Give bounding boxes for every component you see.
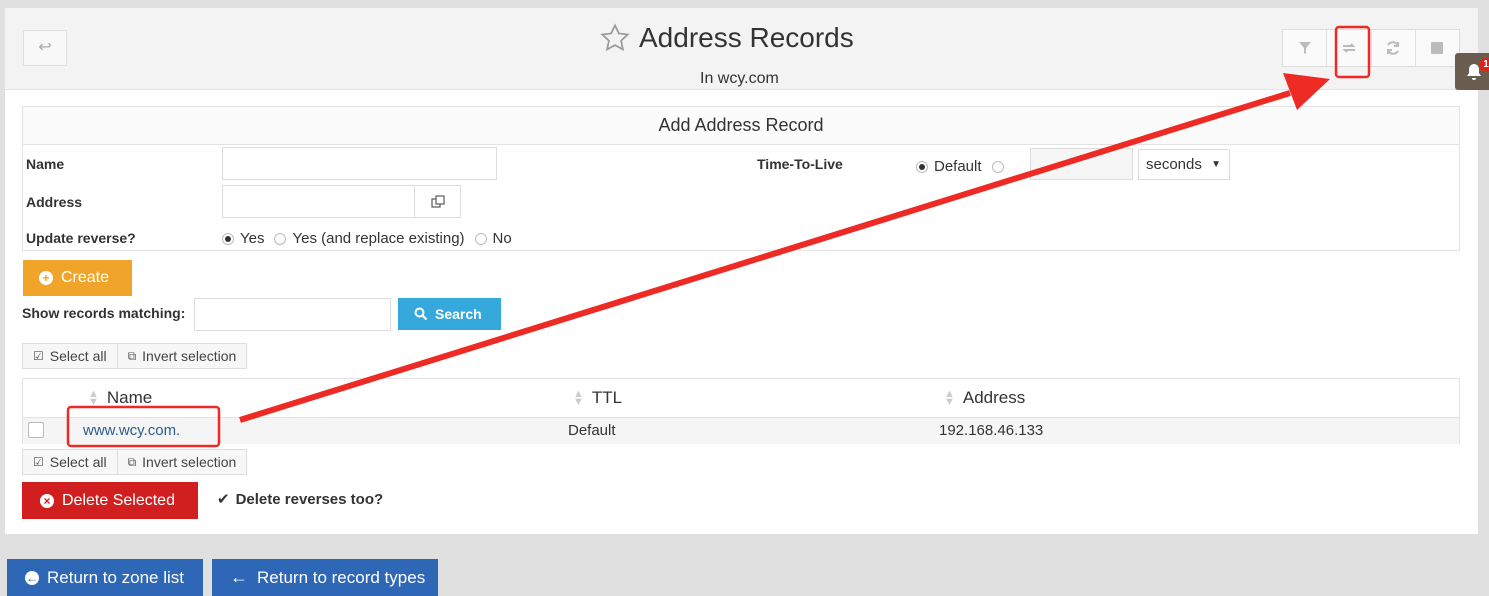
- invert-selection-button[interactable]: ⧉ Invert selection: [118, 450, 247, 474]
- convert-button[interactable]: [1327, 30, 1372, 66]
- sort-icon: ▲ ▼: [88, 388, 99, 408]
- ttl-default-option[interactable]: Default: [916, 158, 982, 175]
- return-record-types-button[interactable]: ← Return to record types: [212, 559, 438, 596]
- radio-icon: [474, 232, 487, 245]
- plus-circle-icon: +: [39, 271, 53, 285]
- select-all-label: Select all: [49, 348, 107, 364]
- notification-badge: 1: [1479, 58, 1489, 72]
- name-label: Name: [26, 156, 65, 172]
- refresh-button[interactable]: [1372, 30, 1416, 66]
- ttl-unit-select[interactable]: seconds ▼: [1138, 149, 1230, 180]
- record-ttl-cell: Default: [568, 422, 616, 439]
- address-label: Address: [26, 194, 83, 210]
- ttl-options: Default: [916, 158, 1020, 175]
- arrow-circle-left-icon: ←: [25, 570, 39, 585]
- search-button[interactable]: Search: [398, 298, 501, 330]
- search-icon: [414, 307, 428, 321]
- return-zone-list-label: Return to zone list: [47, 567, 185, 587]
- sort-icon: ▲ ▼: [573, 388, 584, 408]
- refresh-icon: [1387, 41, 1400, 55]
- copy-icon: [430, 194, 445, 208]
- record-address-cell: 192.168.46.133: [939, 422, 1044, 439]
- share-square-icon: ⧉: [127, 454, 137, 469]
- radio-selected-icon: [222, 232, 234, 245]
- return-arrow-icon: ↩: [38, 39, 52, 56]
- arrow-left-icon: ←: [230, 567, 248, 587]
- select-all-button[interactable]: ☑ Select all: [23, 344, 118, 368]
- header-toolbar: [1282, 29, 1460, 67]
- stop-button[interactable]: [1416, 30, 1459, 66]
- check-square-icon: ☑: [33, 455, 44, 469]
- page-subtitle: In wcy.com: [700, 70, 779, 87]
- address-input[interactable]: [222, 185, 415, 218]
- star-icon[interactable]: [599, 22, 631, 54]
- record-name-cell: www.wcy.com.: [83, 422, 180, 439]
- table-row: www.wcy.com. Default 192.168.46.133: [23, 418, 1459, 444]
- return-record-types-label: Return to record types: [257, 567, 426, 587]
- table-header: ▲ ▼ Name ▲ ▼ TTL ▲ ▼ Address: [23, 379, 1459, 418]
- selection-toolbar-top: ☑ Select all ⧉ Invert selection: [22, 343, 248, 369]
- update-reverse-options: Yes Yes (and replace existing) No: [222, 230, 522, 247]
- radio-selected-icon: [916, 160, 928, 173]
- delete-selected-label: Delete Selected: [62, 491, 175, 509]
- invert-selection-label: Invert selection: [142, 454, 237, 470]
- reverse-option-replace[interactable]: Yes (and replace existing): [274, 230, 465, 247]
- search-label: Show records matching:: [22, 305, 186, 321]
- times-circle-icon: ×: [40, 493, 54, 508]
- reverse-option-no[interactable]: No: [474, 230, 512, 247]
- reverse-option-label: Yes: [240, 230, 265, 247]
- back-button[interactable]: ↩: [23, 30, 67, 66]
- address-picker-button[interactable]: [414, 185, 461, 218]
- column-header-name[interactable]: ▲ ▼ Name: [88, 388, 152, 408]
- delete-selected-button[interactable]: × Delete Selected: [22, 482, 198, 519]
- ttl-unit-value: seconds: [1146, 156, 1202, 173]
- update-reverse-label: Update reverse?: [26, 230, 136, 246]
- ttl-value-input[interactable]: [1030, 148, 1133, 180]
- row-checkbox[interactable]: [28, 422, 44, 438]
- stop-icon: [1431, 42, 1444, 54]
- select-all-label: Select all: [49, 454, 107, 470]
- ttl-label: Time-To-Live: [757, 156, 843, 172]
- check-square-icon: ☑: [33, 349, 44, 363]
- column-address-label: Address: [962, 388, 1026, 407]
- record-name-link[interactable]: www.wcy.com.: [83, 422, 180, 439]
- page-header: ↩ Address Records In wcy.com: [5, 8, 1478, 90]
- search-button-label: Search: [435, 306, 482, 322]
- select-all-button[interactable]: ☑ Select all: [23, 450, 118, 474]
- search-input[interactable]: [194, 298, 391, 331]
- share-square-icon: ⧉: [127, 348, 137, 363]
- column-name-label: Name: [106, 388, 153, 407]
- name-input[interactable]: [222, 147, 497, 180]
- ttl-custom-option[interactable]: [991, 160, 1010, 173]
- radio-icon: [991, 160, 1004, 173]
- records-table: ▲ ▼ Name ▲ ▼ TTL ▲ ▼ Address www.wcy.com. D…: [22, 378, 1460, 444]
- return-zone-list-button[interactable]: ← Return to zone list: [7, 559, 203, 596]
- column-header-address[interactable]: ▲ ▼ Address: [944, 388, 1025, 408]
- form-heading: Add Address Record: [23, 107, 1459, 145]
- column-ttl-label: TTL: [591, 388, 623, 407]
- reverse-option-yes[interactable]: Yes: [222, 230, 264, 247]
- create-button[interactable]: + Create: [23, 260, 132, 296]
- invert-selection-label: Invert selection: [142, 348, 237, 364]
- column-header-ttl[interactable]: ▲ ▼ TTL: [573, 388, 622, 408]
- reverse-option-label: No: [492, 230, 512, 247]
- selection-toolbar-bottom: ☑ Select all ⧉ Invert selection: [22, 449, 248, 475]
- create-button-label: Create: [61, 269, 110, 286]
- caret-down-icon: ▼: [1211, 159, 1221, 170]
- swap-icon: [1342, 43, 1356, 53]
- reverse-option-label: Yes (and replace existing): [292, 230, 465, 247]
- main-panel: ↩ Address Records In wcy.com Add Address…: [5, 8, 1478, 534]
- check-icon: ✔: [217, 491, 230, 508]
- filter-button[interactable]: [1283, 30, 1328, 66]
- sort-icon: ▲ ▼: [944, 388, 955, 408]
- radio-icon: [274, 232, 287, 245]
- filter-icon: [1298, 42, 1311, 54]
- ttl-default-label: Default: [934, 158, 982, 175]
- delete-reverses-checkbox[interactable]: ✔ Delete reverses too?: [217, 490, 384, 509]
- page-title: Address Records: [639, 22, 854, 53]
- invert-selection-button[interactable]: ⧉ Invert selection: [118, 344, 247, 368]
- delete-reverses-label: Delete reverses too?: [235, 490, 384, 508]
